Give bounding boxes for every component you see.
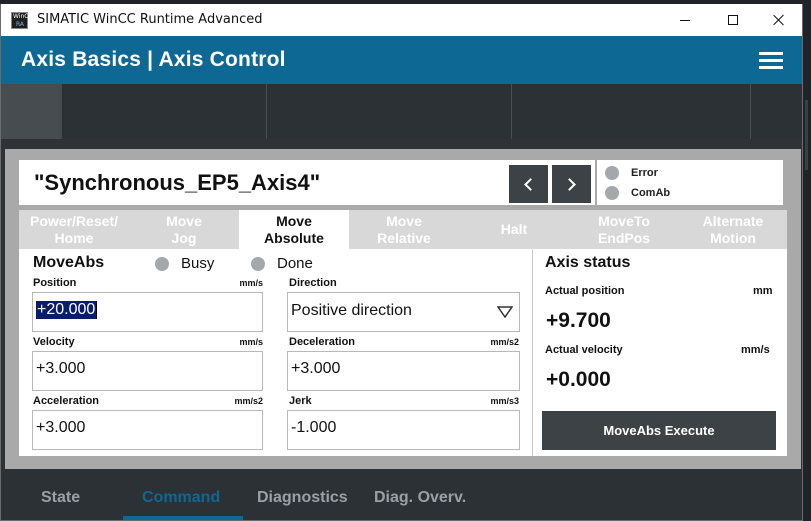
axis-name-box: "Synchronous_EP5_Axis4": [19, 160, 595, 205]
direction-label: Direction: [289, 277, 337, 289]
deceleration-label: Deceleration: [289, 336, 356, 348]
runtime-window: WinCC RA SIMATIC WinCC Runtime Advanced …: [0, 4, 803, 521]
jerk-unit: mm/s3: [490, 396, 519, 406]
chevron-right-icon: [563, 177, 576, 191]
main-frame: "Synchronous_EP5_Axis4" Error ComAb Powe…: [1, 139, 802, 469]
tab-alternate-motion[interactable]: Alternate Motion: [679, 210, 787, 249]
position-input[interactable]: +20.000: [32, 292, 263, 332]
busy-led-icon: [155, 256, 169, 271]
dropdown-triangle-icon: [497, 306, 513, 318]
comab-led-icon: [605, 186, 619, 200]
text-caret: [96, 301, 98, 319]
actual-velocity-value: +0.000: [546, 368, 611, 391]
function-tabs: Power/Reset/Home Move Jog Move Absolute Mo…: [19, 210, 787, 249]
actual-position-value: +9.700: [546, 309, 611, 332]
axis-name: "Synchronous_EP5_Axis4": [34, 170, 321, 195]
position-value: +20.000: [36, 301, 97, 320]
tab-move-jog[interactable]: Move Jog: [129, 210, 239, 249]
moveabs-content: MoveAbs Busy Done Position mm/s +20.000 …: [19, 249, 787, 456]
acceleration-label: Acceleration: [33, 395, 100, 407]
actual-velocity-label: Actual velocity: [545, 344, 623, 356]
acceleration-unit: mm/s2: [234, 396, 263, 406]
error-indicator: Error: [605, 166, 658, 180]
moveabs-execute-button[interactable]: MoveAbs Execute: [542, 411, 776, 450]
actual-position-label: Actual position: [545, 285, 625, 297]
maximize-icon: [728, 15, 738, 25]
slot-divider: [750, 84, 751, 139]
slot-divider: [511, 84, 512, 139]
menu-icon[interactable]: [759, 50, 783, 70]
tab-move-absolute[interactable]: Move Absolute: [239, 210, 349, 249]
title-bar[interactable]: WinCC RA SIMATIC WinCC Runtime Advanced: [1, 4, 802, 36]
jerk-input[interactable]: -1.000: [287, 410, 520, 450]
tab-moveto-endpos[interactable]: MoveTo EndPos: [569, 210, 679, 249]
section-divider: [532, 249, 533, 456]
desktop-edge-right: [803, 0, 811, 521]
tab-move-relative[interactable]: Move Relative: [349, 210, 459, 249]
bottom-navigation: State Command Diagnostics Diag. Overv.: [1, 469, 802, 520]
next-axis-button[interactable]: [552, 165, 591, 203]
moveabs-title: MoveAbs: [33, 254, 105, 271]
error-led-icon: [605, 166, 619, 180]
done-led-icon: [251, 256, 265, 271]
nav-diag-overview[interactable]: Diag. Overv.: [374, 489, 466, 507]
close-button[interactable]: [756, 4, 802, 36]
window-title: SIMATIC WinCC Runtime Advanced: [37, 12, 263, 27]
actual-velocity-unit: mm/s: [741, 344, 770, 356]
jerk-label: Jerk: [289, 395, 312, 407]
comab-indicator: ComAb: [605, 186, 670, 200]
axis-status-indicators: Error ComAb: [597, 160, 783, 205]
axis-control-panel: "Synchronous_EP5_Axis4" Error ComAb Powe…: [5, 149, 801, 469]
nav-diagnostics[interactable]: Diagnostics: [257, 489, 348, 507]
close-icon: [773, 14, 785, 26]
minimize-button[interactable]: [662, 4, 708, 36]
acceleration-input[interactable]: +3.000: [32, 410, 263, 450]
nav-command[interactable]: Command: [142, 489, 220, 507]
done-indicator: Done: [251, 255, 313, 272]
direction-dropdown[interactable]: Positive direction: [287, 292, 520, 332]
position-unit: mm/s: [239, 278, 263, 288]
minimize-icon: [680, 19, 690, 21]
velocity-unit: mm/s: [239, 337, 263, 347]
slot-selected[interactable]: [1, 84, 62, 139]
velocity-label: Velocity: [33, 336, 75, 348]
busy-indicator: Busy: [155, 255, 214, 272]
position-label: Position: [33, 277, 77, 289]
nav-state[interactable]: State: [41, 489, 80, 507]
wincc-app-icon: WinCC RA: [11, 12, 33, 29]
velocity-input[interactable]: +3.000: [32, 351, 263, 391]
tab-halt[interactable]: Halt: [459, 210, 569, 249]
axis-slot-strip: [1, 84, 802, 139]
actual-position-unit: mm: [753, 285, 773, 297]
active-nav-underline: [123, 516, 243, 520]
app-header: Axis Basics | Axis Control: [1, 36, 802, 84]
chevron-left-icon: [524, 177, 537, 191]
tab-power-reset-home[interactable]: Power/Reset/Home: [19, 210, 129, 249]
slot-divider: [266, 84, 267, 139]
axis-status-title: Axis status: [545, 254, 631, 271]
maximize-button[interactable]: [710, 4, 756, 36]
previous-axis-button[interactable]: [509, 165, 548, 203]
deceleration-unit: mm/s2: [490, 337, 519, 347]
page-title: Axis Basics | Axis Control: [21, 48, 286, 71]
direction-value: Positive direction: [291, 302, 412, 319]
deceleration-input[interactable]: +3.000: [287, 351, 520, 391]
